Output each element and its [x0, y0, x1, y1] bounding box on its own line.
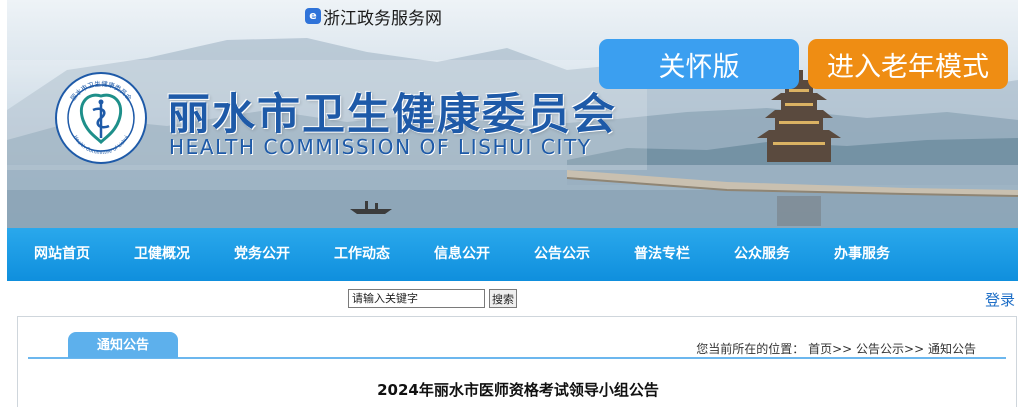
care-version-button[interactable]: 关怀版	[599, 39, 799, 89]
search-button[interactable]: 搜索	[489, 289, 517, 308]
breadcrumb: 您当前所在的位置： 首页>> 公告公示>> 通知公告	[696, 340, 976, 357]
nav-item-home[interactable]: 网站首页	[34, 228, 90, 281]
breadcrumb-current[interactable]: 通知公告	[928, 342, 976, 356]
nav-item-affairs[interactable]: 办事服务	[834, 228, 890, 281]
nav-item-public-service[interactable]: 公众服务	[734, 228, 790, 281]
breadcrumb-prefix: 您当前所在的位置：	[696, 342, 805, 356]
health-commission-logo-icon: 丽水市卫生健康委员会 Health Committee of Lishui	[55, 72, 147, 164]
zj-gov-service-link[interactable]: e 浙江政务服务网	[305, 5, 442, 29]
breadcrumb-separator: >>	[904, 342, 925, 356]
site-subtitle: HEALTH COMMISSION OF LISHUI CITY	[169, 135, 592, 159]
main-nav: 网站首页 卫健概况 党务公开 工作动态 信息公开 公告公示 普法专栏 公众服务 …	[7, 228, 1018, 281]
nav-item-news[interactable]: 工作动态	[334, 228, 390, 281]
search-input[interactable]	[348, 289, 485, 308]
article-title: 2024年丽水市医师资格考试领导小组公告	[377, 381, 659, 399]
nav-item-notices[interactable]: 公告公示	[534, 228, 590, 281]
zj-gov-service-label: 浙江政务服务网	[323, 8, 442, 29]
zj-gov-service-icon: e	[305, 8, 321, 24]
site-title: 丽水市卫生健康委员会	[167, 90, 617, 140]
login-link[interactable]: 登录	[985, 289, 1015, 310]
header-banner: e 浙江政务服务网 丽水市卫生健康委员会 Health Committee of…	[7, 0, 1018, 228]
nav-item-party[interactable]: 党务公开	[234, 228, 290, 281]
breadcrumb-section[interactable]: 公告公示	[856, 342, 904, 356]
breadcrumb-home[interactable]: 首页	[808, 342, 832, 356]
content-panel: 通知公告 您当前所在的位置： 首页>> 公告公示>> 通知公告 2024年丽水市…	[17, 316, 1017, 407]
breadcrumb-separator: >>	[832, 342, 853, 356]
elder-mode-button[interactable]: 进入老年模式	[808, 39, 1008, 89]
tab-notice[interactable]: 通知公告	[68, 332, 178, 358]
nav-item-overview[interactable]: 卫健概况	[134, 228, 190, 281]
nav-item-law[interactable]: 普法专栏	[634, 228, 690, 281]
nav-item-info-public[interactable]: 信息公开	[434, 228, 490, 281]
